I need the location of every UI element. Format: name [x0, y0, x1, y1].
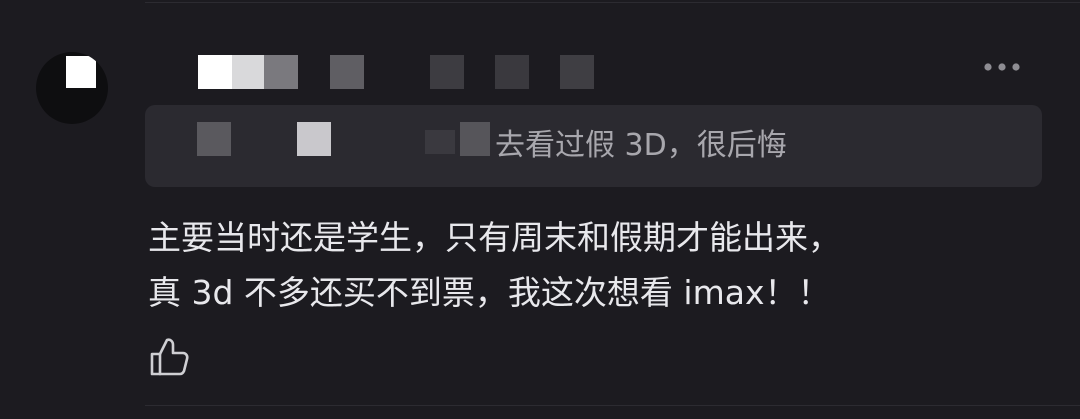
username-mosaic[interactable] — [150, 55, 620, 91]
bottom-divider — [145, 405, 1080, 406]
more-options-button[interactable] — [978, 55, 1026, 79]
quoted-comment-text: 去看过假 3D，很后悔 — [495, 128, 787, 163]
top-divider — [145, 2, 1080, 3]
quoted-author-mosaic — [195, 118, 495, 158]
more-horizontal-icon — [984, 63, 1020, 71]
comment-body: 主要当时还是学生，只有周末和假期才能出来， 真 3d 不多还买不到票，我这次想看… — [148, 210, 1048, 320]
thumbs-up-icon — [150, 338, 189, 376]
comment-line: 真 3d 不多还买不到票，我这次想看 imax！！ — [148, 273, 831, 312]
comment-line: 主要当时还是学生，只有周末和假期才能出来， — [148, 218, 841, 257]
avatar[interactable] — [36, 52, 108, 124]
like-button[interactable] — [148, 335, 192, 379]
avatar-mosaic-block — [66, 56, 96, 88]
